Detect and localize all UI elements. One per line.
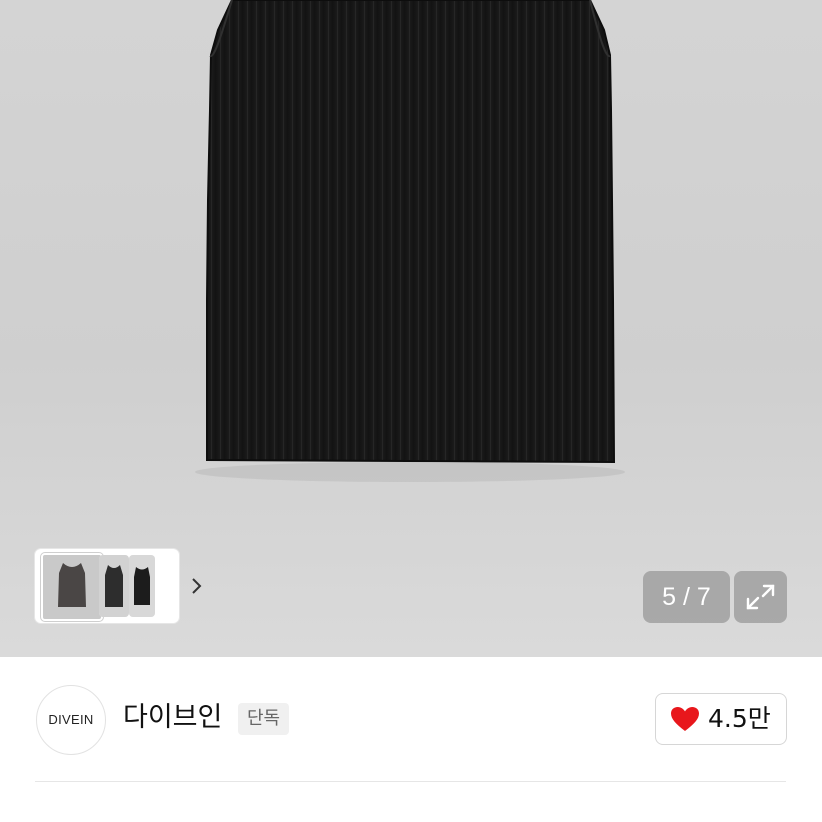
expand-button[interactable] bbox=[734, 571, 787, 623]
thumbnail[interactable] bbox=[99, 555, 129, 617]
exclusive-badge: 단독 bbox=[238, 703, 290, 735]
tank-top-thumbnail-icon bbox=[43, 555, 101, 619]
expand-icon bbox=[746, 584, 775, 610]
like-count: 4.5만 bbox=[708, 704, 771, 733]
heart-icon bbox=[671, 707, 699, 731]
brand-logo-text: DIVEIN bbox=[48, 712, 94, 727]
brand-name[interactable]: 다이브인 bbox=[123, 700, 222, 736]
thumbnail-strip[interactable] bbox=[35, 549, 202, 623]
product-image-gallery[interactable]: 5 / 7 bbox=[0, 0, 822, 657]
brand-logo[interactable]: DIVEIN bbox=[36, 685, 106, 755]
divider bbox=[35, 781, 786, 782]
tank-top-thumbnail-icon bbox=[99, 555, 129, 617]
tank-top-thumbnail-icon bbox=[129, 555, 155, 617]
chevron-right-icon[interactable] bbox=[185, 571, 207, 601]
thumbnail[interactable] bbox=[129, 555, 155, 617]
like-button[interactable]: 4.5만 bbox=[655, 693, 787, 745]
page-indicator: 5 / 7 bbox=[643, 571, 730, 623]
thumbnail-selected[interactable] bbox=[41, 553, 103, 621]
